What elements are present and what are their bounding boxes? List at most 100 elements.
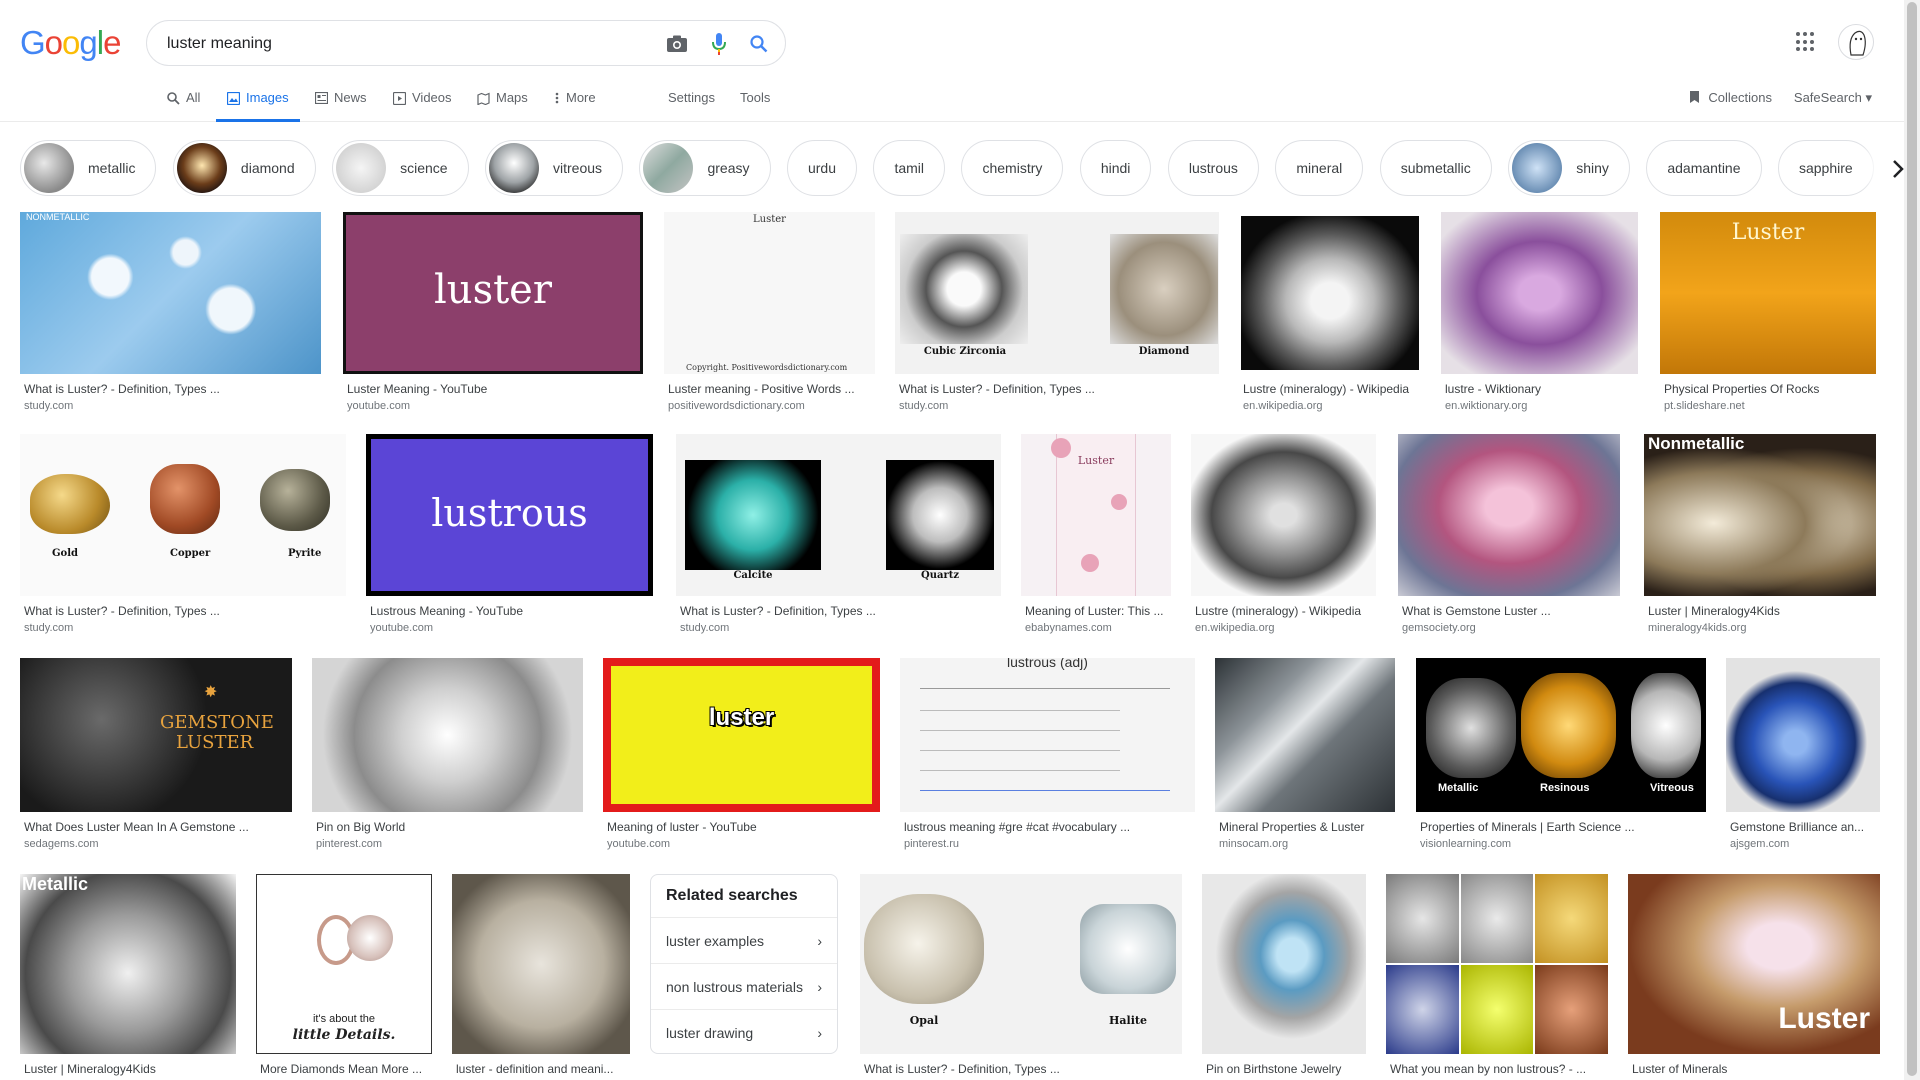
chip-diamond[interactable]: diamond [172,140,316,196]
avatar[interactable] [1838,24,1874,60]
chip-metallic[interactable]: metallic [20,140,157,196]
image-result[interactable]: Luster Luster of Minerals [1628,874,1880,1076]
tab-videos[interactable]: Videos [392,90,452,122]
result-image: luster [603,658,880,812]
result-source: youtube.com [347,400,410,412]
result-caption: Gemstone Brilliance an... [1730,820,1865,834]
result-caption: luster - definition and meani... [456,1062,614,1076]
tab-images[interactable]: Images [216,90,300,122]
image-result[interactable]: Gold Copper Pyrite What is Luster? - Def… [20,434,346,634]
tab-all[interactable]: All [166,90,200,122]
chip-vitreous[interactable]: vitreous [485,140,624,196]
image-result[interactable]: NONMETALLIC What is Luster? - Definition… [20,212,321,412]
scrollbar-thumb[interactable] [1907,2,1917,1076]
result-image [1215,658,1395,812]
image-result[interactable]: Luster Physical Properties Of Rocks pt.s… [1660,212,1876,412]
chip-urdu[interactable]: urdu [786,140,857,196]
google-logo[interactable]: Google [20,24,121,62]
image-result[interactable]: lustrous (adj) lustrous meaning #gre #ca… [900,658,1195,850]
camera-icon[interactable] [665,32,689,56]
tab-more[interactable]: More [554,90,596,122]
result-source: pinterest.com [316,838,383,850]
image-result[interactable]: Luster Copyright. Positivewordsdictionar… [664,212,875,412]
image-result[interactable]: Opal Halite What is Luster? - Definition… [860,874,1182,1076]
tab-label: Maps [496,90,528,105]
result-caption: More Diamonds Mean More ... [260,1062,423,1076]
image-result[interactable]: Lustre (mineralogy) - Wikipedia en.wikip… [1191,434,1376,634]
mic-icon[interactable] [707,32,731,56]
image-result[interactable]: luster - definition and meani... [452,874,630,1076]
image-result[interactable]: luster Meaning of luster - YouTube youtu… [603,658,880,850]
chip-chemistry[interactable]: chemistry [961,140,1064,196]
chip-tamil[interactable]: tamil [873,140,946,196]
result-source: study.com [899,400,949,412]
image-result[interactable]: Mineral Properties & Luster minsocam.org [1215,658,1395,850]
tab-maps[interactable]: Maps [476,90,528,122]
chip-label: mineral [1296,160,1343,176]
related-search-item[interactable]: luster examples › [651,918,837,964]
chip-mineral[interactable]: mineral [1275,140,1364,196]
chip-hindi[interactable]: hindi [1079,140,1152,196]
image-overlay-text: Copper [170,548,211,559]
chip-sapphire[interactable]: sapphire [1777,140,1874,196]
result-image: Cubic Zirconia Diamond [895,212,1219,374]
chip-science[interactable]: science [332,140,469,196]
result-source: ebabynames.com [1025,622,1112,634]
search-icon[interactable] [747,32,771,56]
apps-grid-icon[interactable] [1796,32,1816,52]
related-search-item[interactable]: non lustrous materials › [651,964,837,1010]
chevron-right-icon: › [817,978,822,995]
related-search-label: non lustrous materials [666,978,803,995]
image-result[interactable]: lustre - Wiktionary en.wiktionary.org [1441,212,1638,412]
search-box[interactable] [146,20,786,66]
image-result[interactable]: Lustre (mineralogy) - Wikipedia en.wikip… [1239,212,1421,412]
result-image [1398,434,1620,596]
result-image: Nonmetallic [1644,434,1876,596]
collections-link[interactable]: Collections [1689,90,1772,107]
image-result[interactable]: Pin on Birthstone Jewelry [1202,874,1366,1076]
result-image [1386,874,1608,1054]
tab-label: Images [246,90,289,105]
result-caption: What is Luster? - Definition, Types ... [24,604,220,618]
image-result[interactable]: Pin on Big World pinterest.com [312,658,583,850]
tab-news[interactable]: News [314,90,367,122]
chip-shiny[interactable]: shiny [1508,140,1630,196]
result-caption: What is Luster? - Definition, Types ... [24,382,220,396]
image-result[interactable]: ✸ GEMSTONE LUSTER What Does Luster Mean … [20,658,292,850]
image-result[interactable]: Metallic Resinous Vitreous Properties of… [1416,658,1706,850]
image-result[interactable]: it's about the little Details. More Diam… [256,874,432,1076]
image-result[interactable]: Nonmetallic Luster | Mineralogy4Kids min… [1644,434,1876,634]
image-result[interactable]: luster Luster Meaning - YouTube youtube.… [343,212,643,412]
chip-lustrous[interactable]: lustrous [1167,140,1259,196]
image-result[interactable]: What you mean by non lustrous? - ... [1386,874,1608,1076]
image-result[interactable]: lustrous Lustrous Meaning - YouTube yout… [366,434,653,634]
result-image: Luster Copyright. Positivewordsdictionar… [664,212,875,374]
result-caption: Luster | Mineralogy4Kids [1648,604,1780,618]
result-caption: What is Luster? - Definition, Types ... [680,604,876,618]
image-result[interactable]: Gemstone Brilliance an... ajsgem.com [1726,658,1880,850]
search-input[interactable] [167,31,627,57]
related-search-label: luster examples [666,932,765,949]
related-search-item[interactable]: luster drawing › [651,1010,837,1056]
chip-label: tamil [894,160,925,176]
image-result[interactable]: Cubic Zirconia Diamond What is Luster? -… [895,212,1219,412]
image-result[interactable]: Calcite Quartz What is Luster? - Definit… [676,434,1001,634]
image-overlay-text: GEMSTONE [160,712,274,733]
chip-submetallic[interactable]: submetallic [1379,140,1492,196]
tab-tools[interactable]: Tools [740,90,770,105]
logo-letter: o [62,24,80,61]
chip-adamantine[interactable]: adamantine [1646,140,1762,196]
result-source: minsocam.org [1219,838,1289,850]
image-overlay-text: Metallic [1438,782,1479,794]
result-caption: lustrous meaning #gre #cat #vocabulary .… [904,820,1131,834]
result-caption: What Does Luster Mean In A Gemstone ... [24,820,249,834]
tab-settings[interactable]: Settings [668,90,715,105]
chip-thumbnail [1512,143,1563,193]
chip-greasy[interactable]: greasy [639,140,771,196]
image-result[interactable]: Luster Meaning of Luster: This ... ebaby… [1021,434,1171,634]
safesearch-dropdown[interactable]: SafeSearch ▾ [1794,90,1872,106]
image-result[interactable]: Metallic Luster | Mineralogy4Kids [20,874,236,1076]
result-caption: What is Gemstone Luster ... [1402,604,1551,618]
image-result[interactable]: What is Gemstone Luster ... gemsociety.o… [1398,434,1620,634]
scrollbar[interactable] [1904,0,1920,1080]
